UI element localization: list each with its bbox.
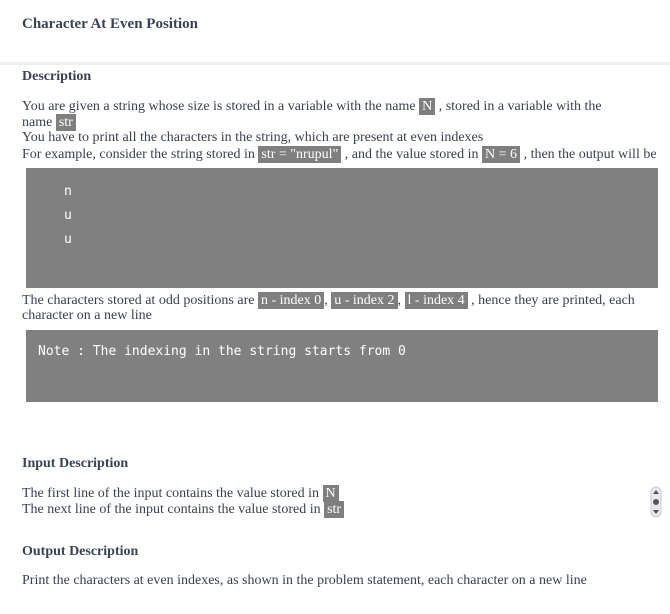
explanation-line-2: character on a new line <box>22 308 152 323</box>
input-line-2: The next line of the input contains the … <box>22 501 345 518</box>
note-block: Note : The indexing in the string starts… <box>26 330 658 402</box>
description-text: , stored in a variable with the <box>438 99 602 114</box>
header-divider <box>0 62 670 65</box>
input-line-1: The first line of the input contains the… <box>22 485 339 502</box>
output-description-text: Print the characters at even indexes, as… <box>22 573 587 588</box>
variable-chip-n: N <box>322 485 339 502</box>
problem-title: Character At Even Position <box>22 16 198 32</box>
description-text: You are given a string whose size is sto… <box>22 99 416 114</box>
description-text: , then the output will be <box>523 147 657 162</box>
output-example-block: n u u <box>26 168 658 288</box>
output-description-heading: Output Description <box>22 544 139 559</box>
index-chip: u - index 2 <box>331 292 398 309</box>
description-line-3: You have to print all the characters in … <box>22 130 484 145</box>
example-string-chip: str = "nrupul" <box>258 146 342 163</box>
note-text: Note : The indexing in the string starts… <box>38 344 406 359</box>
description-text: For example, consider the string stored … <box>22 147 255 162</box>
output-line: u <box>64 232 72 247</box>
explanation-line-1: The characters stored at odd positions a… <box>22 292 635 309</box>
output-line: n <box>64 184 72 199</box>
input-description-heading: Input Description <box>22 456 129 471</box>
variable-chip-str: str <box>55 114 76 131</box>
description-line-4: For example, consider the string stored … <box>22 146 657 163</box>
input-text: The first line of the input contains the… <box>22 486 320 501</box>
description-line-2: name str <box>22 114 76 131</box>
explanation-text: , hence they are printed, each <box>471 293 635 308</box>
variable-chip-n: N <box>419 98 436 115</box>
description-line-1: You are given a string whose size is sto… <box>22 98 602 115</box>
description-heading: Description <box>22 69 92 84</box>
chip-separator: , <box>324 293 328 308</box>
variable-chip-str: str <box>324 501 345 518</box>
index-chip: l - index 4 <box>404 292 468 309</box>
chip-separator: , <box>397 293 402 308</box>
index-chip: n - index 0 <box>257 292 325 309</box>
scroll-stepper-icon[interactable] <box>650 486 662 518</box>
description-text: , and the value stored in <box>344 147 479 162</box>
output-line: u <box>64 208 72 223</box>
example-n-chip: N = 6 <box>482 146 521 163</box>
input-text: The next line of the input contains the … <box>22 502 321 517</box>
explanation-text: The characters stored at odd positions a… <box>22 293 255 308</box>
description-text: name <box>22 115 53 130</box>
